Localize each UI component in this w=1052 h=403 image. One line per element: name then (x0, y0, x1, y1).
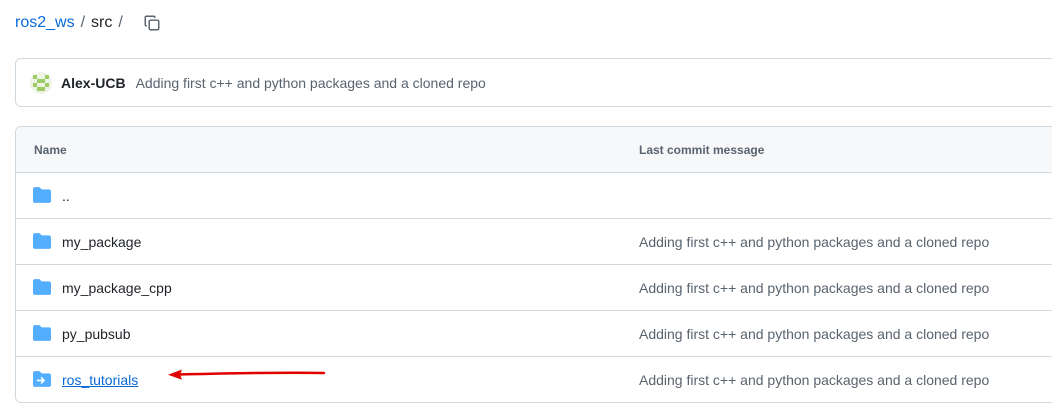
folder-icon (33, 232, 51, 250)
file-name[interactable]: py_pubsub (62, 326, 131, 342)
table-row[interactable]: my_package Adding first c++ and python p… (16, 219, 1052, 265)
commit-message[interactable]: Adding first c++ and python packages and… (639, 326, 989, 342)
folder-icon (33, 324, 51, 342)
folder-icon (33, 278, 51, 296)
file-name[interactable]: .. (62, 188, 70, 204)
submodule-icon (33, 370, 51, 388)
avatar[interactable] (30, 71, 52, 94)
table-row[interactable]: .. (16, 173, 1052, 219)
copy-path-icon[interactable] (143, 14, 161, 32)
table-row[interactable]: py_pubsub Adding first c++ and python pa… (16, 311, 1052, 357)
commit-message[interactable]: Adding first c++ and python packages and… (639, 372, 989, 388)
commit-message-link[interactable]: Adding first c++ and python packages and… (136, 75, 486, 91)
submodule-link[interactable]: ros_tutorials (62, 372, 138, 388)
commit-message[interactable]: Adding first c++ and python packages and… (639, 234, 989, 250)
file-name[interactable]: my_package (62, 234, 141, 250)
commit-message[interactable]: Adding first c++ and python packages and… (639, 280, 989, 296)
commit-author-link[interactable]: Alex-UCB (61, 75, 126, 91)
breadcrumb-current: src (91, 14, 113, 31)
folder-icon (33, 186, 51, 204)
table-header: Name Last commit message (16, 127, 1052, 173)
table-row[interactable]: my_package_cpp Adding first c++ and pyth… (16, 265, 1052, 311)
breadcrumb-separator: / (118, 14, 123, 31)
latest-commit-bar: Alex-UCB Adding first c++ and python pac… (15, 58, 1052, 107)
annotation-arrow-icon (168, 369, 326, 380)
column-header-name: Name (34, 142, 67, 157)
breadcrumb: ros2_ws / src / (15, 12, 161, 34)
column-header-last-commit-message: Last commit message (639, 142, 765, 157)
file-name[interactable]: my_package_cpp (62, 280, 172, 296)
breadcrumb-separator: / (80, 14, 86, 31)
breadcrumb-repo-link[interactable]: ros2_ws (15, 14, 75, 32)
